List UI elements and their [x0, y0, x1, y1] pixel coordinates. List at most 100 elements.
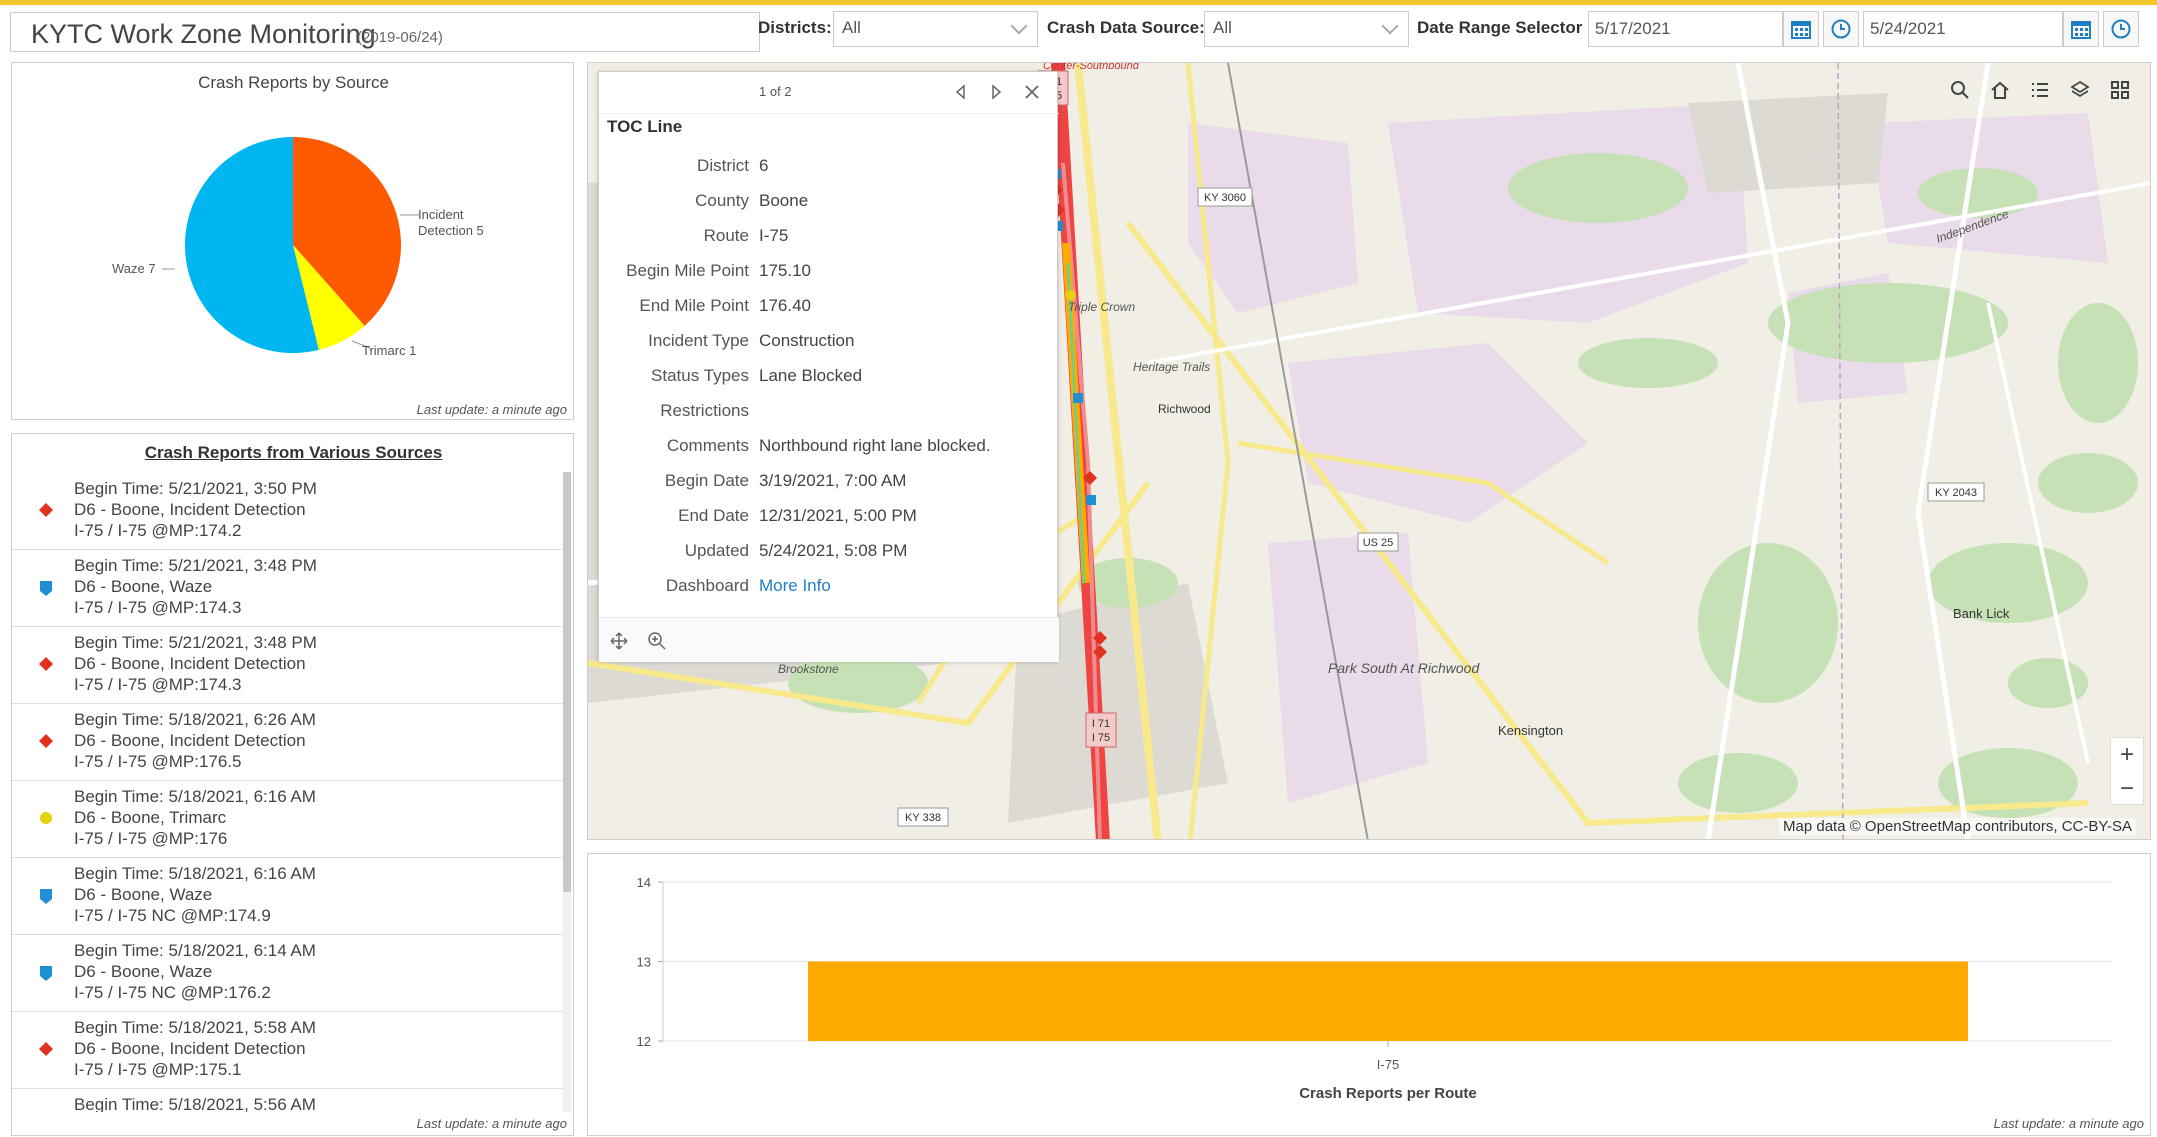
- list-last-update: Last update: a minute ago: [416, 1116, 567, 1131]
- start-time-button[interactable]: [1823, 11, 1859, 47]
- popup-field-row: Comments Northbound right lane blocked.: [599, 436, 1059, 466]
- list-item[interactable]: Begin Time: 5/18/2021, 5:56 AM: [12, 1088, 565, 1112]
- list-item-line2: D6 - Boone, Incident Detection: [74, 1039, 306, 1058]
- place-heritage-trails: Heritage Trails: [1133, 360, 1210, 374]
- popup-field-label: Status Types: [651, 366, 749, 385]
- title-box: KYTC Work Zone Monitoring (2019-06/24): [10, 12, 760, 52]
- list-item-text: Begin Time: 5/21/2021, 3:48 PM D6 - Boone…: [74, 632, 317, 695]
- map-panel[interactable]: I 71 I 75 I 71 I 75 KY 3060 US 25 KY 204…: [587, 62, 2151, 840]
- bar-i-75: [808, 961, 1968, 1041]
- close-icon: [1025, 85, 1039, 99]
- list-item[interactable]: Begin Time: 5/21/2021, 3:48 PM D6 - Boone…: [12, 626, 565, 704]
- y-tick-label: 14: [637, 875, 651, 890]
- chevron-down-icon: [1381, 17, 1399, 35]
- crash-reports-list[interactable]: Begin Time: 5/21/2021, 3:50 PM D6 - Boone…: [12, 472, 565, 1112]
- popup-close-button[interactable]: [1023, 83, 1041, 106]
- list-item-line3: I-75 / I-75 NC @MP:174.9: [74, 906, 271, 925]
- list-item[interactable]: Begin Time: 5/18/2021, 5:58 AM D6 - Boone…: [12, 1011, 565, 1089]
- list-item[interactable]: Begin Time: 5/18/2021, 6:16 AM D6 - Boone…: [12, 780, 565, 858]
- popup-header: 1 of 2: [599, 72, 1059, 114]
- calendar-icon: [2071, 21, 2091, 39]
- layers-icon: [2070, 80, 2090, 98]
- list-item[interactable]: Begin Time: 5/18/2021, 6:16 AM D6 - Boone…: [12, 857, 565, 935]
- list-item[interactable]: Begin Time: 5/18/2021, 6:14 AM D6 - Boone…: [12, 934, 565, 1012]
- crash-source-dropdown[interactable]: All: [1204, 11, 1409, 47]
- shield-ky3060: KY 3060: [1204, 192, 1246, 204]
- map-home-button[interactable]: [1985, 75, 2015, 105]
- map-legend-button[interactable]: [2025, 75, 2055, 105]
- list-item-line3: I-75 / I-75 @MP:174.2: [74, 521, 242, 540]
- list-item-line3: I-75 / I-75 @MP:176.5: [74, 752, 242, 771]
- zoom-in-icon: [648, 632, 666, 650]
- list-item-text: Begin Time: 5/18/2021, 6:16 AM D6 - Boone…: [74, 786, 316, 849]
- popup-field-row: Route I-75: [599, 226, 1059, 256]
- popup-field-row: Updated 5/24/2021, 5:08 PM: [599, 541, 1059, 571]
- popup-field-row: Incident Type Construction: [599, 331, 1059, 361]
- list-item[interactable]: Begin Time: 5/18/2021, 6:26 AM D6 - Boone…: [12, 703, 565, 781]
- end-calendar-button[interactable]: [2063, 11, 2099, 47]
- waze-marker-icon: [38, 887, 54, 910]
- waze-marker-icon: [38, 579, 54, 602]
- list-icon: [2032, 83, 2048, 97]
- districts-dropdown[interactable]: All: [833, 11, 1038, 47]
- place-triple-crown: Triple Crown: [1068, 300, 1135, 314]
- end-time-button[interactable]: [2103, 11, 2139, 47]
- list-item-text: Begin Time: 5/18/2021, 6:26 AM D6 - Boone…: [74, 709, 316, 772]
- map-basemap-button[interactable]: [2105, 75, 2135, 105]
- place-brookstone: Brookstone: [778, 662, 839, 676]
- pie-label-trimarc: Trimarc 1: [362, 343, 416, 358]
- popup-pan-button[interactable]: [609, 631, 629, 656]
- list-item-text: Begin Time: 5/18/2021, 6:14 AM D6 - Boone…: [74, 940, 316, 1003]
- place-bank-lick: Bank Lick: [1953, 606, 2010, 621]
- popup-field-value: 176.40: [759, 296, 811, 315]
- caret-right-icon: [992, 84, 1002, 100]
- list-item-line2: D6 - Boone, Trimarc: [74, 808, 227, 827]
- incident-diamond-icon: [38, 502, 54, 523]
- list-item-line3: I-75 / I-75 @MP:174.3: [74, 598, 242, 617]
- place-richwood: Richwood: [1158, 402, 1211, 416]
- shield-i75-bottom: I 75: [1092, 732, 1110, 744]
- x-tick-label: I-75: [1377, 1057, 1399, 1072]
- popup-field-row: End Mile Point 176.40: [599, 296, 1059, 326]
- crash-source-label: Crash Data Source:: [1047, 18, 1205, 37]
- popup-field-label: Begin Mile Point: [626, 261, 749, 280]
- districts-label: Districts:: [758, 18, 832, 37]
- popup-field-row: Begin Mile Point 175.10: [599, 261, 1059, 291]
- zoom-out-button[interactable]: −: [2111, 772, 2143, 806]
- list-scrollbar[interactable]: [563, 472, 571, 1112]
- start-calendar-button[interactable]: [1783, 11, 1819, 47]
- zoom-in-button[interactable]: +: [2111, 738, 2143, 772]
- popup-zoom-to-button[interactable]: [647, 631, 667, 656]
- list-scrollbar-thumb[interactable]: [563, 472, 571, 892]
- pie-chart: Incident Detection 5 Waze 7 Trimarc 1: [112, 137, 484, 358]
- list-item-line3: I-75 / I-75 NC @MP:176.2: [74, 983, 271, 1002]
- start-date-input[interactable]: 5/17/2021: [1588, 11, 1783, 47]
- calendar-icon: [1791, 21, 1811, 39]
- popup-field-label: Route: [703, 226, 749, 245]
- header-bar: KYTC Work Zone Monitoring (2019-06/24) D…: [0, 5, 2157, 58]
- search-icon: [1951, 81, 1969, 99]
- list-item-line1: Begin Time: 5/21/2021, 3:48 PM: [74, 556, 317, 575]
- map-layers-button[interactable]: [2065, 75, 2095, 105]
- list-item[interactable]: Begin Time: 5/21/2021, 3:50 PM D6 - Boone…: [12, 472, 565, 550]
- end-date-input[interactable]: 5/24/2021: [1863, 11, 2063, 47]
- popup-title: TOC Line: [607, 117, 683, 136]
- list-item-line2: D6 - Boone, Waze: [74, 885, 213, 904]
- popup-field-label: End Date: [678, 506, 749, 525]
- crash-reports-list-panel: Crash Reports from Various Sources Begin…: [11, 433, 574, 1136]
- bar-chart-panel: 12 13 14 I-75 Crash Reports per Route Last u…: [587, 853, 2151, 1136]
- list-item[interactable]: Begin Time: 5/21/2021, 3:48 PM D6 - Boone…: [12, 549, 565, 627]
- popup-next-button[interactable]: [989, 84, 1003, 105]
- bar-last-update: Last update: a minute ago: [1993, 1116, 2144, 1131]
- list-item-line1: Begin Time: 5/18/2021, 6:26 AM: [74, 710, 316, 729]
- y-tick-label: 12: [637, 1034, 651, 1049]
- list-item-line2: D6 - Boone, Waze: [74, 577, 213, 596]
- map-attribution[interactable]: Map data © OpenStreetMap contributors, C…: [1779, 818, 2136, 835]
- chevron-down-icon: [1010, 17, 1028, 35]
- map-search-button[interactable]: [1945, 75, 1975, 105]
- popup-field-label: County: [695, 191, 749, 210]
- more-info-link[interactable]: More Info: [759, 576, 831, 596]
- popup-prev-button[interactable]: [954, 84, 968, 105]
- popup-field-label: Dashboard: [665, 576, 749, 595]
- bar-chart: 12 13 14 I-75 Crash Reports per Route: [637, 875, 2113, 1102]
